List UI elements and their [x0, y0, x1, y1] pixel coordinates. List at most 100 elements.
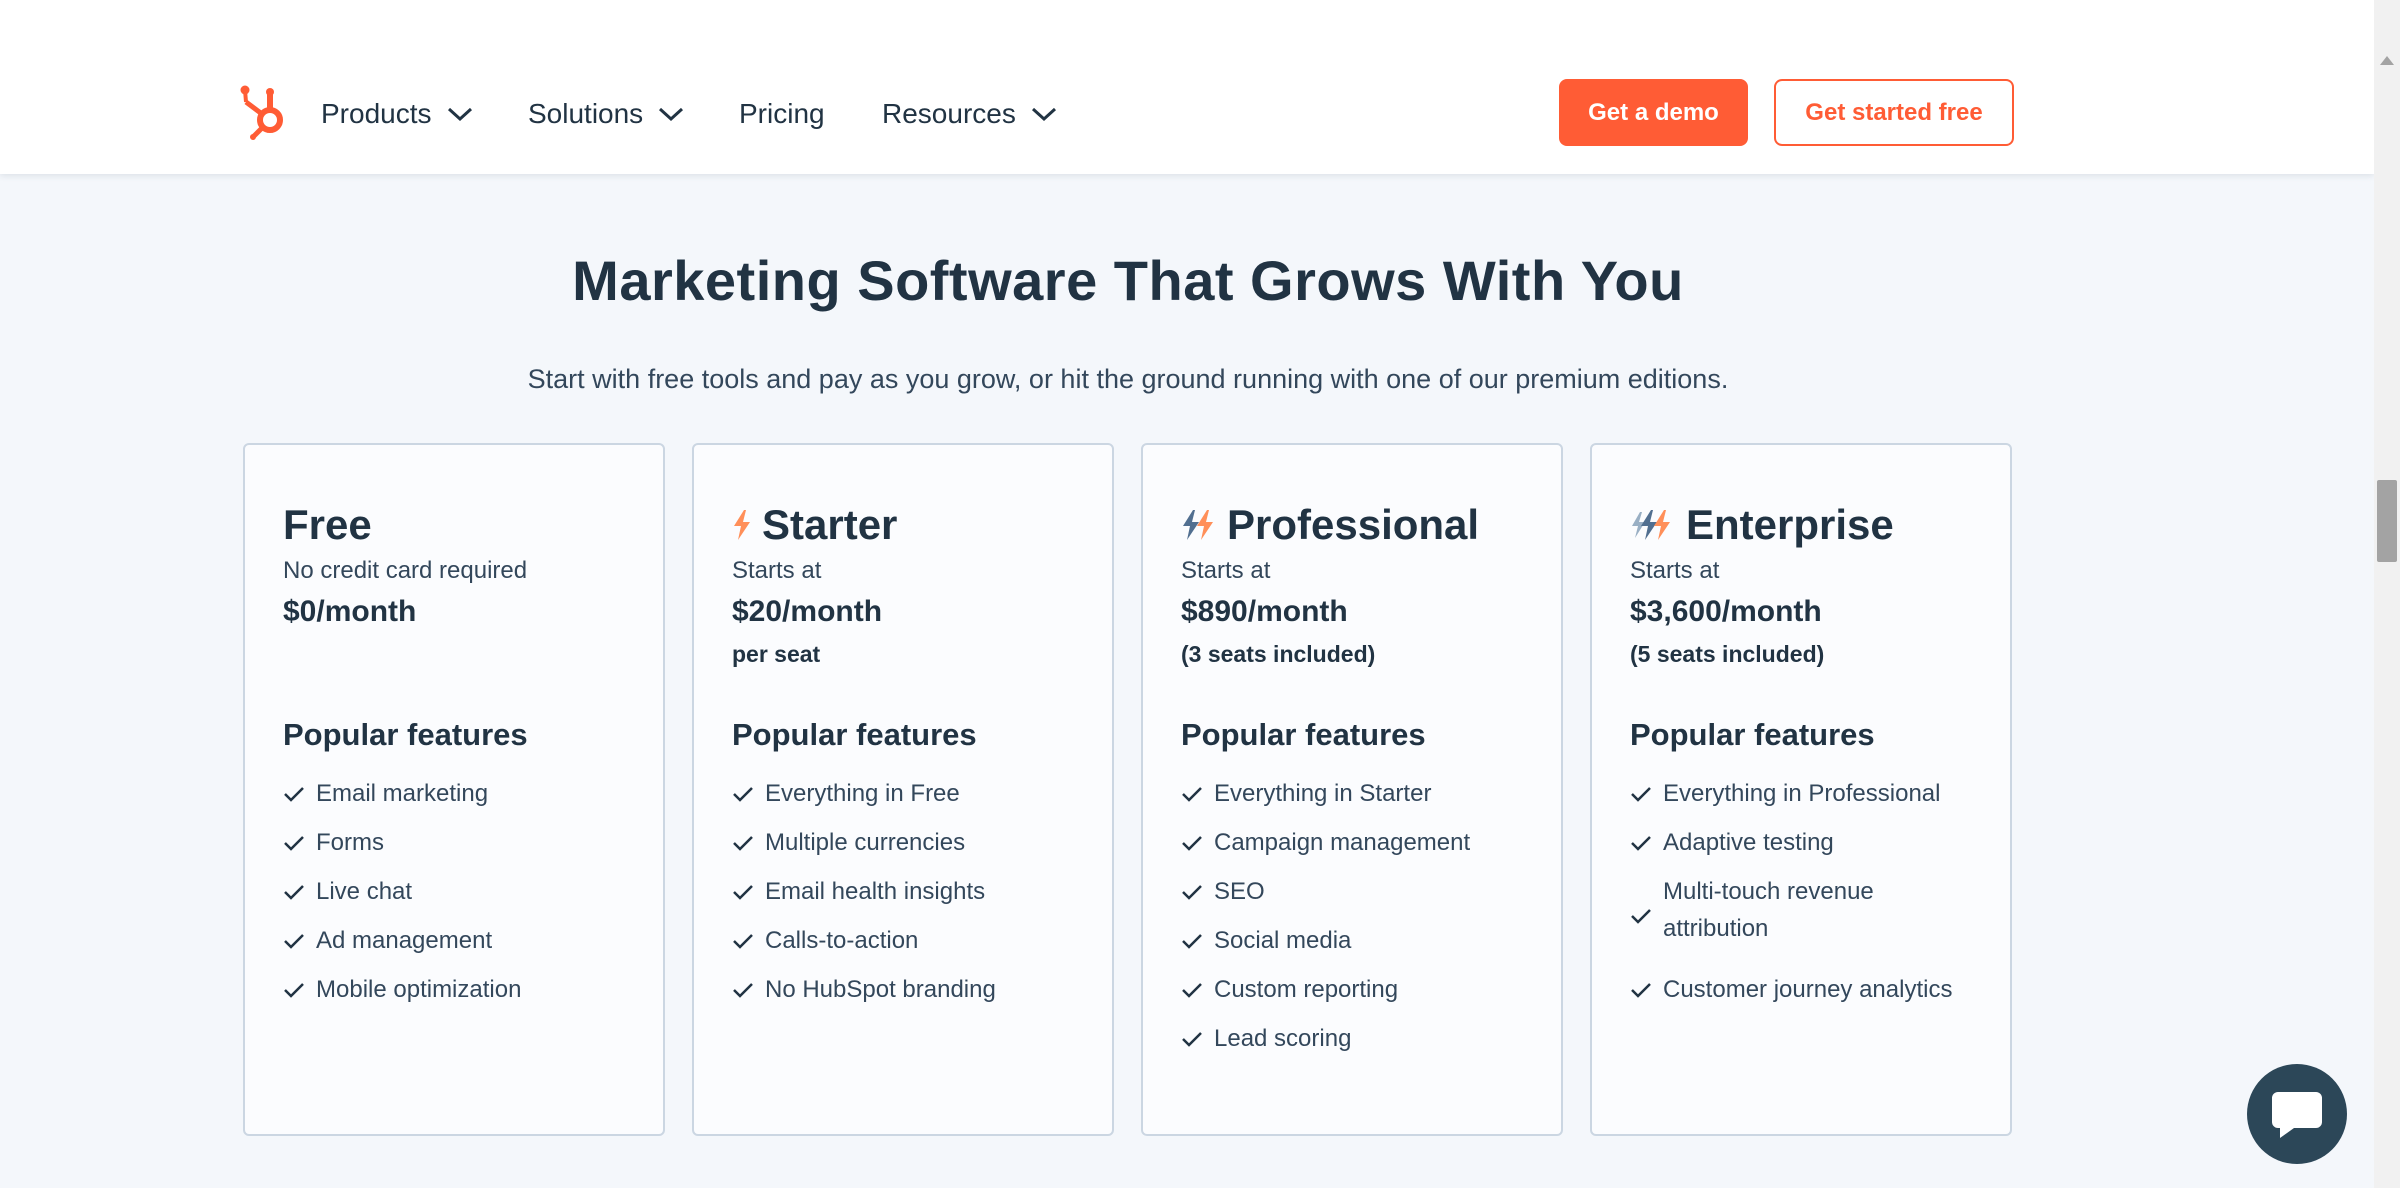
feature-item: Ad management	[283, 922, 643, 959]
hubspot-logo-icon[interactable]	[240, 84, 292, 140]
page-subtitle: Start with free tools and pay as you gro…	[527, 364, 1729, 394]
feature-list: Email marketing Forms Live chat Ad manag…	[283, 775, 643, 1020]
checkmark-icon	[283, 775, 305, 812]
chat-bubble-icon	[2272, 1092, 2322, 1138]
feature-item: Mobile optimization	[283, 971, 643, 1008]
plan-title: Enterprise	[1630, 501, 1894, 549]
plan-card-professional: Professional Starts at $890/month (3 sea…	[1141, 443, 1563, 1136]
features-heading: Popular features	[1630, 717, 1875, 752]
feature-list: Everything in Free Multiple currencies E…	[732, 775, 1092, 1020]
checkmark-icon	[732, 971, 754, 1008]
plan-name: Free	[283, 501, 372, 548]
feature-item: Customer journey analytics	[1630, 971, 1990, 1008]
checkmark-icon	[732, 922, 754, 959]
plan-name: Starter	[762, 501, 898, 548]
features-heading: Popular features	[283, 717, 528, 752]
feature-label: Multiple currencies	[765, 829, 966, 856]
checkmark-icon	[283, 873, 305, 910]
checkmark-icon	[1181, 824, 1203, 861]
feature-item: Forms	[283, 824, 643, 861]
get-a-demo-button[interactable]: Get a demo	[1559, 79, 1748, 146]
plan-title: Professional	[1181, 501, 1479, 549]
plan-name: Enterprise	[1686, 501, 1894, 548]
plan-title: Free	[283, 501, 372, 549]
feature-label: SEO	[1214, 878, 1265, 905]
page-title: Marketing Software That Grows With You	[572, 249, 1684, 312]
feature-label: Social media	[1214, 927, 1352, 954]
feature-label: Everything in Free	[765, 780, 960, 807]
checkmark-icon	[1630, 873, 1652, 959]
plan-price: $3,600/month	[1630, 595, 1822, 628]
feature-label: Calls-to-action	[765, 927, 919, 954]
checkmark-icon	[1181, 1020, 1203, 1057]
plan-starts-label: Starts at	[732, 557, 822, 584]
chat-launcher-button[interactable]	[2247, 1064, 2347, 1164]
plan-seats: per seat	[732, 641, 821, 667]
starter-tier-icon	[734, 510, 750, 540]
plan-price: $20/month	[732, 595, 883, 628]
plan-seats: (3 seats included)	[1181, 641, 1376, 667]
scrollbar-thumb[interactable]	[2377, 480, 2397, 562]
scrollbar[interactable]	[2374, 0, 2400, 1188]
checkmark-icon	[732, 824, 754, 861]
plan-starts-label: No credit card required	[283, 557, 528, 584]
feature-list: Everything in Professional Adaptive test…	[1630, 775, 1990, 1020]
nav-pricing-label: Pricing	[739, 98, 825, 129]
checkmark-icon	[283, 824, 305, 861]
nav-products[interactable]: Products	[321, 94, 474, 134]
nav-resources[interactable]: Resources	[882, 94, 1058, 134]
checkmark-icon	[732, 775, 754, 812]
feature-label: Custom reporting	[1214, 976, 1399, 1003]
feature-item: Everything in Free	[732, 775, 1092, 812]
plan-card-starter: Starter Starts at $20/month per seat Pop…	[692, 443, 1114, 1136]
nav-products-label: Products	[321, 98, 432, 129]
plan-price: $890/month	[1181, 595, 1348, 628]
feature-item: Multi-touch revenue attribution	[1630, 873, 1990, 959]
chevron-down-icon	[1031, 107, 1056, 122]
nav-resources-label: Resources	[882, 98, 1016, 129]
plan-name: Professional	[1227, 501, 1480, 548]
feature-item: Social media	[1181, 922, 1541, 959]
feature-item: Email health insights	[732, 873, 1092, 910]
feature-item: Everything in Professional	[1630, 775, 1990, 812]
feature-list: Everything in Starter Campaign managemen…	[1181, 775, 1541, 1069]
nav-pricing[interactable]: Pricing	[739, 94, 825, 134]
feature-label: Live chat	[316, 878, 413, 905]
top-navigation: Products Solutions Pricing Resources Get…	[0, 0, 2374, 174]
checkmark-icon	[1630, 775, 1652, 812]
feature-label: Forms	[316, 829, 384, 856]
checkmark-icon	[1630, 971, 1652, 1008]
nav-solutions-label: Solutions	[528, 98, 644, 129]
feature-item: Calls-to-action	[732, 922, 1092, 959]
checkmark-icon	[1181, 922, 1203, 959]
feature-label: No HubSpot branding	[765, 976, 996, 1003]
feature-label: Lead scoring	[1214, 1025, 1352, 1052]
enterprise-tier-icon	[1632, 510, 1670, 540]
feature-label: Customer journey analytics	[1663, 976, 1953, 1003]
feature-label: Mobile optimization	[316, 976, 522, 1003]
feature-item: Multiple currencies	[732, 824, 1092, 861]
feature-item: Email marketing	[283, 775, 643, 812]
feature-label: Email health insights	[765, 878, 986, 905]
feature-item: Lead scoring	[1181, 1020, 1541, 1057]
feature-label: Everything in Starter	[1214, 780, 1432, 807]
feature-label: Multi-touch revenue attribution	[1663, 878, 1874, 942]
nav-solutions[interactable]: Solutions	[528, 94, 685, 134]
chevron-down-icon	[659, 107, 684, 122]
plan-title: Starter	[732, 501, 897, 549]
feature-label: Adaptive testing	[1663, 829, 1834, 856]
checkmark-icon	[1181, 873, 1203, 910]
scroll-up-arrow-icon[interactable]	[2380, 56, 2394, 65]
plan-starts-label: Starts at	[1630, 557, 1720, 584]
feature-label: Ad management	[316, 927, 493, 954]
feature-label: Email marketing	[316, 780, 489, 807]
feature-label: Everything in Professional	[1663, 780, 1941, 807]
chevron-down-icon	[447, 107, 472, 122]
get-started-free-button[interactable]: Get started free	[1774, 79, 2014, 146]
checkmark-icon	[1181, 775, 1203, 812]
features-heading: Popular features	[732, 717, 977, 752]
features-heading: Popular features	[1181, 717, 1426, 752]
checkmark-icon	[283, 922, 305, 959]
feature-item: Custom reporting	[1181, 971, 1541, 1008]
feature-item: Everything in Starter	[1181, 775, 1541, 812]
